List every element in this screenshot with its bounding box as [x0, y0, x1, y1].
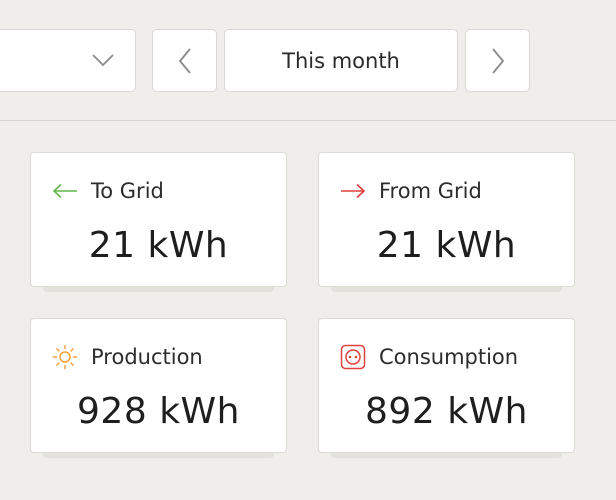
arrow-right-icon — [339, 177, 367, 205]
from-grid-label: From Grid — [379, 179, 482, 203]
power-socket-icon — [339, 343, 367, 371]
consumption-label: Consumption — [379, 345, 519, 369]
date-toolbar: This month — [0, 0, 616, 121]
consumption-card: Consumption 892 kWh — [318, 318, 575, 458]
from-grid-value: 21 kWh — [376, 225, 517, 266]
previous-period-button[interactable] — [152, 29, 217, 92]
to-grid-label: To Grid — [91, 179, 164, 203]
to-grid-card: To Grid 21 kWh — [30, 152, 287, 292]
production-value: 928 kWh — [77, 391, 240, 432]
chevron-down-icon — [91, 50, 115, 70]
range-dropdown[interactable] — [0, 29, 136, 92]
next-period-button[interactable] — [465, 29, 530, 92]
from-grid-card: From Grid 21 kWh — [318, 152, 575, 292]
to-grid-value: 21 kWh — [88, 225, 229, 266]
sun-icon — [51, 343, 79, 371]
chevron-left-icon — [177, 47, 193, 75]
production-card: Production 928 kWh — [30, 318, 287, 458]
production-label: Production — [91, 345, 203, 369]
period-selector[interactable]: This month — [224, 29, 458, 92]
period-label: This month — [282, 48, 400, 73]
arrow-left-icon — [51, 177, 79, 205]
consumption-value: 892 kWh — [365, 391, 528, 432]
chevron-right-icon — [490, 47, 506, 75]
